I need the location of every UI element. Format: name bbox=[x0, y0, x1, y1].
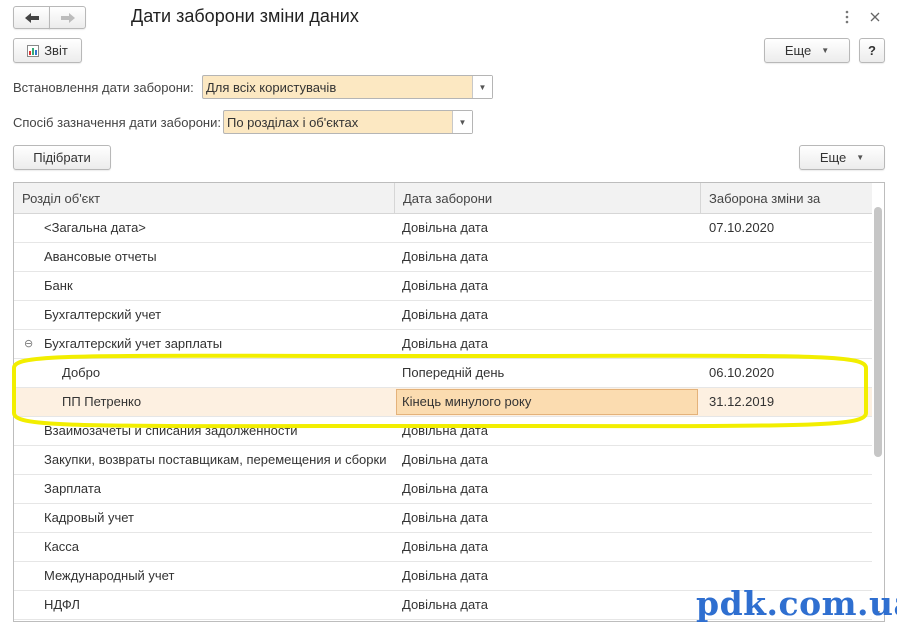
highlight-annotation bbox=[12, 353, 868, 429]
watermark: pdk.com.ua bbox=[696, 584, 897, 623]
